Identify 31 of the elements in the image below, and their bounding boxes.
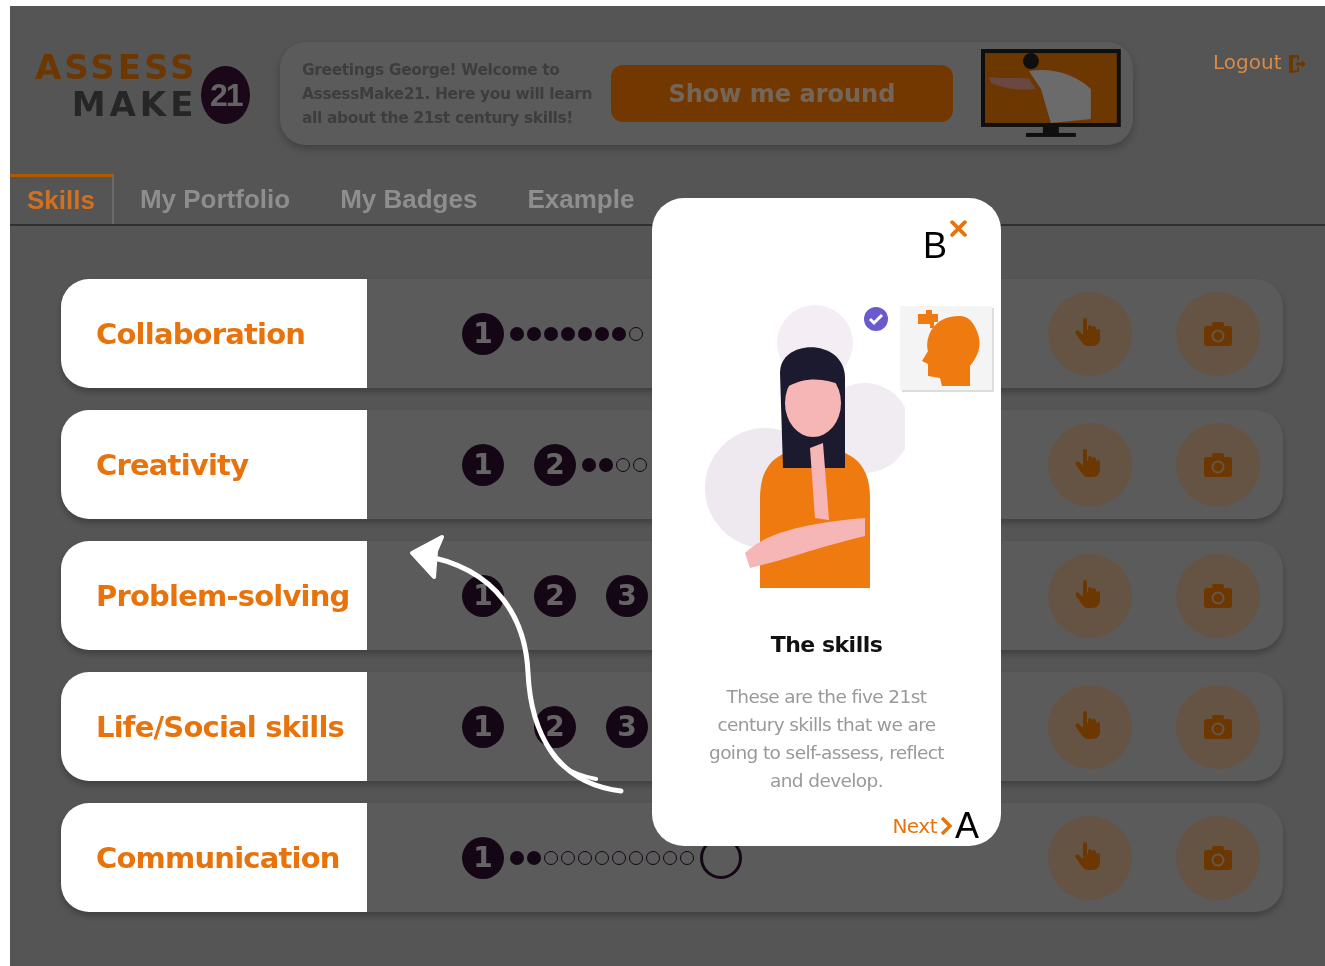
level-step[interactable]: 1 <box>462 443 504 486</box>
show-me-around-button[interactable]: Show me around <box>610 65 954 122</box>
chevron-right-icon[interactable] <box>940 816 952 836</box>
skill-name[interactable]: Life/Social skills <box>61 672 367 781</box>
popup-title: The skills <box>770 632 883 657</box>
tab[interactable]: My Portfolio <box>139 174 291 224</box>
callout-letter: B <box>923 228 947 264</box>
tab[interactable]: My Badges <box>340 174 478 224</box>
level-step[interactable]: 3 <box>606 705 648 748</box>
level-step[interactable]: 3 <box>606 574 648 617</box>
next-link[interactable]: Next <box>892 814 937 838</box>
popup-description: These are the five 21st century skills that we are going to self-assess, reflect and develop. <box>708 685 945 793</box>
tab[interactable]: Skills <box>10 174 114 224</box>
level-step[interactable]: 2 <box>534 574 576 617</box>
level-step[interactable]: 1 <box>462 312 504 355</box>
level-step[interactable]: 1 <box>462 705 504 748</box>
skill-name[interactable]: Creativity <box>61 410 367 519</box>
check-badge-icon <box>862 306 889 332</box>
logout-icon[interactable] <box>1287 54 1308 74</box>
logo-badge: 21 <box>201 66 250 124</box>
skill-name[interactable]: Problem-solving <box>61 541 367 650</box>
close-icon[interactable] <box>950 220 967 237</box>
level-step[interactable]: 2 <box>534 443 576 486</box>
level-step[interactable]: 1 <box>462 836 504 879</box>
logout-link[interactable]: Logout <box>1213 50 1282 74</box>
callout-letter: A <box>955 808 979 844</box>
skill-name[interactable]: Collaboration <box>61 279 367 388</box>
logo-text: ASSESS <box>35 50 198 84</box>
tab[interactable]: Example <box>527 174 635 224</box>
puzzle-head-icon <box>899 306 994 392</box>
skill-name[interactable]: Communication <box>61 803 367 912</box>
